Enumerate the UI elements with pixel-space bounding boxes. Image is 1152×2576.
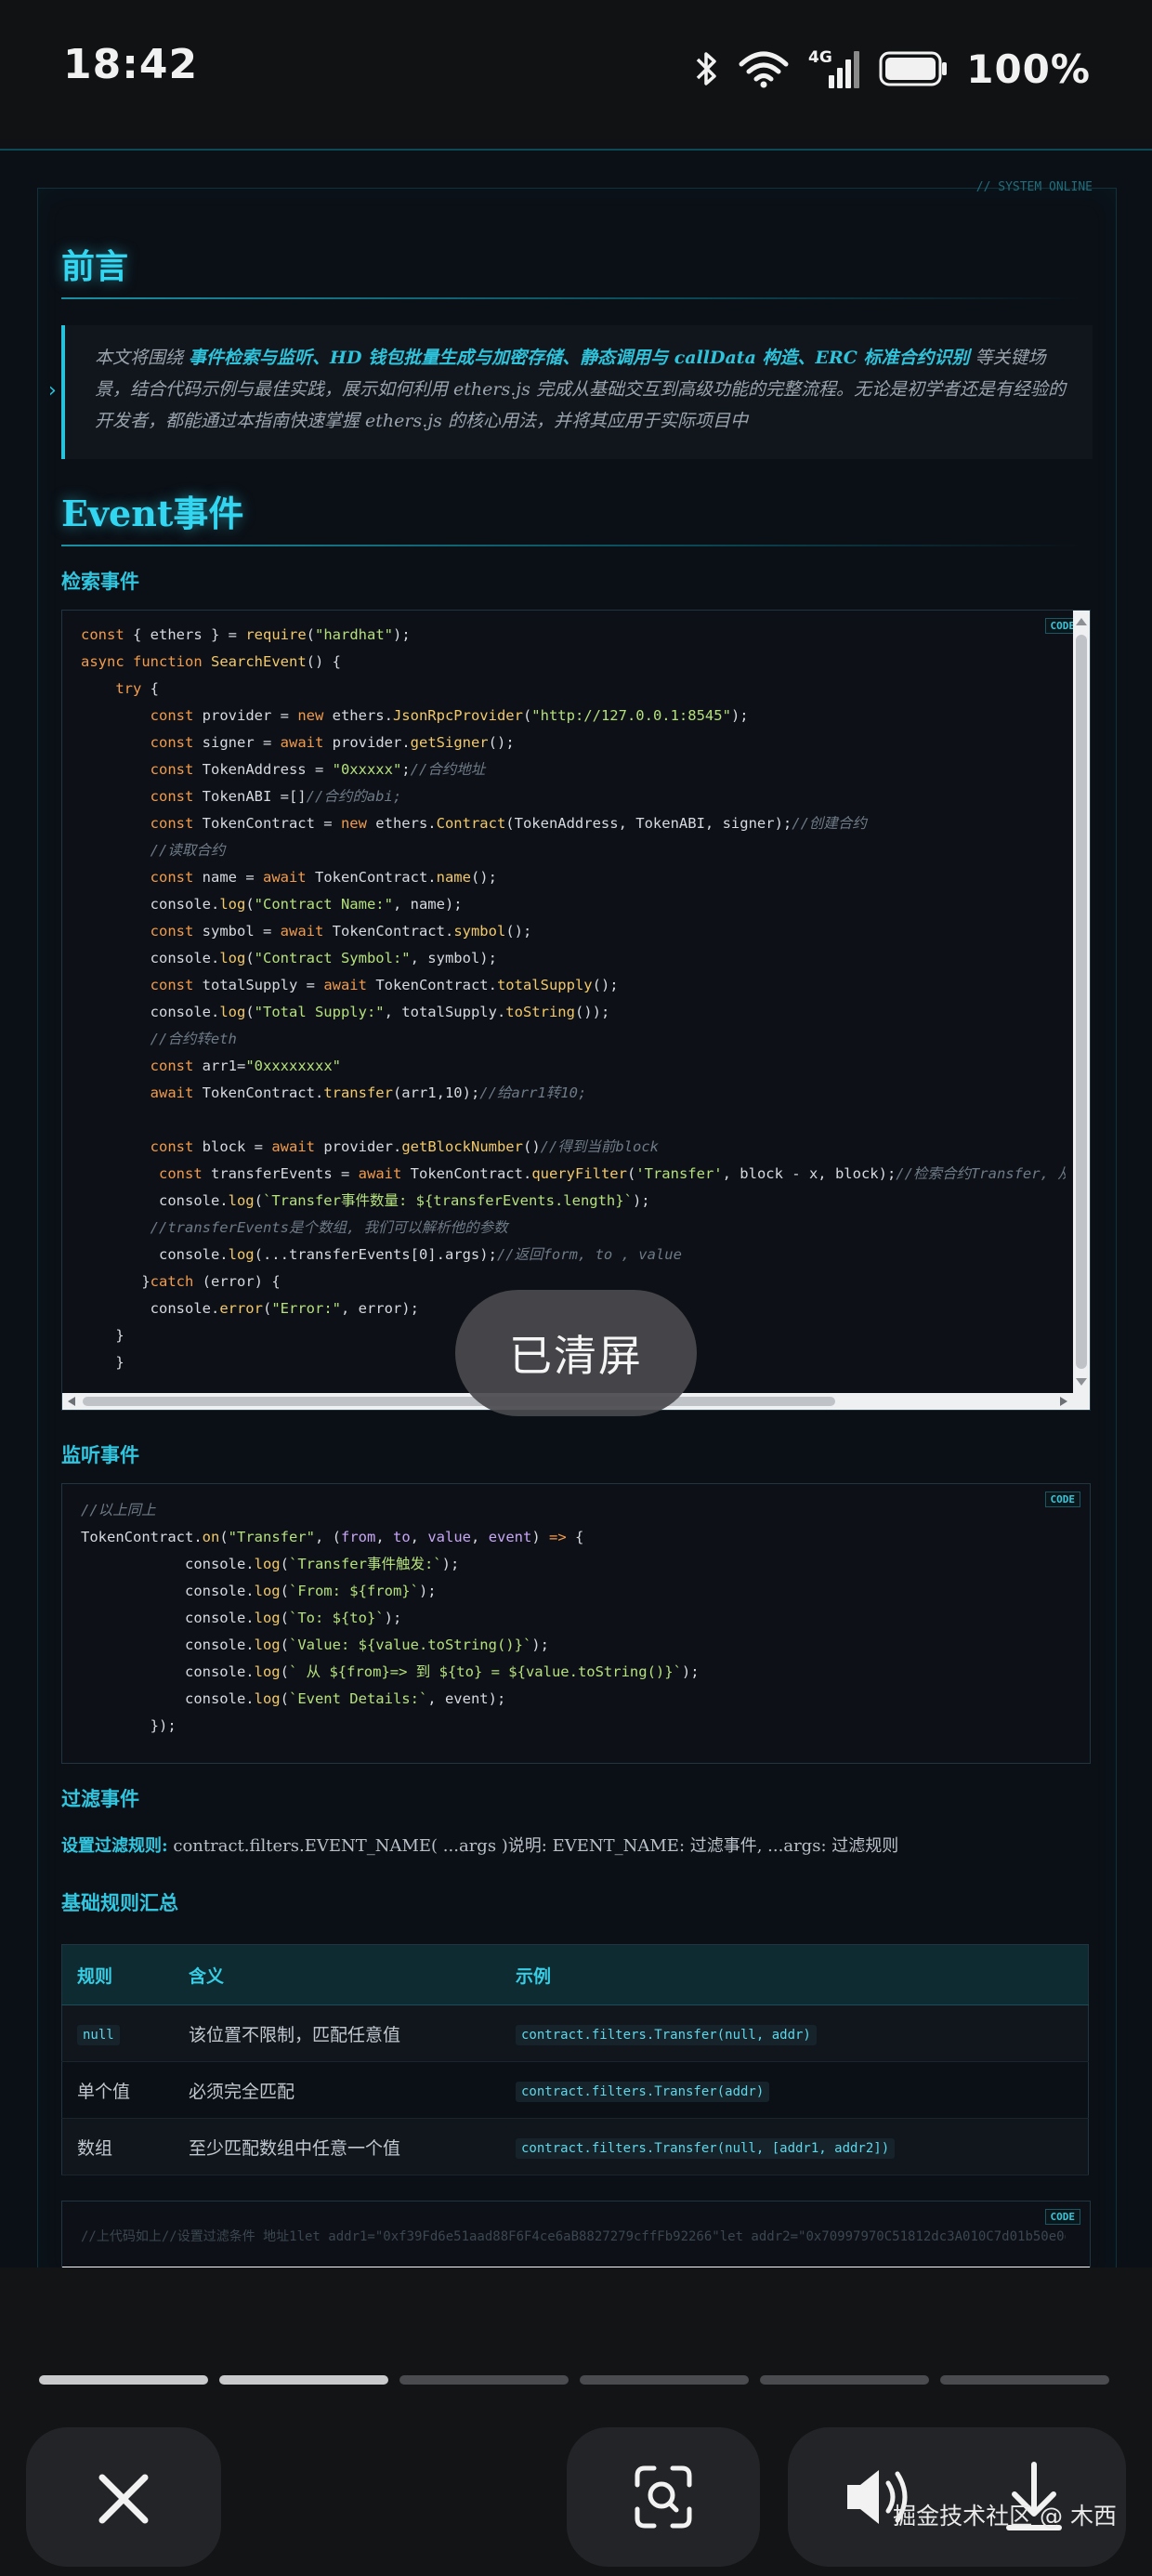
scroll-down-arrow-icon[interactable] (1076, 1378, 1087, 1386)
table-header-cell: 规则 (61, 1944, 174, 2005)
example-cell: contract.filters.Transfer(null, [addr1, … (501, 2118, 1089, 2175)
search-events-heading: 检索事件 (61, 570, 139, 593)
example-code: contract.filters.Transfer(null, [addr1, … (516, 2138, 896, 2159)
progress-segment (760, 2375, 929, 2385)
table-header-row: 规则 含义 示例 (61, 1944, 1089, 2005)
progress-segment (580, 2375, 749, 2385)
rules-table: 规则 含义 示例 null 该位置不限制，匹配任意值 contract.filt… (61, 1944, 1089, 2175)
scan-button[interactable] (567, 2427, 760, 2567)
toast-message: 已清屏 (455, 1290, 697, 1416)
intro-divider (61, 297, 1083, 299)
meaning-cell: 至少匹配数组中任意一个值 (174, 2118, 501, 2175)
intro-text: 本文将围绕 事件检索与监听、HD 钱包批量生成与加密存储、静态调用与 callD… (95, 342, 1070, 437)
cellular-signal-icon: 4G (808, 47, 860, 90)
watermark: 掘金技术社区 @ 木西 (893, 2503, 1117, 2530)
listen-events-heading: 监听事件 (61, 1443, 139, 1466)
code-block-filter[interactable]: CODE //上代码如上//设置过滤条件 地址1let addr1="0xf39… (61, 2201, 1091, 2269)
example-cell: contract.filters.Transfer(addr) (501, 2061, 1089, 2119)
article-page: // SYSTEM ONLINE 前言 › 本文将围绕 事件检索与监听、HD 钱… (0, 149, 1152, 2269)
code-tag: CODE (1044, 2209, 1080, 2225)
status-time: 18:42 (63, 41, 199, 88)
status-bar: 18:42 4G 100% (0, 0, 1152, 139)
volume-icon[interactable] (825, 2427, 927, 2567)
progress-segment (39, 2375, 208, 2385)
code-vertical-scrollbar[interactable] (1073, 611, 1090, 1410)
scan-search-icon (635, 2465, 692, 2529)
chevron-right-icon: › (48, 379, 57, 402)
code-listen: //以上同上 TokenContract.on("Transfer", (fro… (81, 1502, 700, 1734)
system-tag: // SYSTEM ONLINE (975, 180, 1093, 194)
download-icon[interactable] (983, 2427, 1085, 2567)
example-cell: contract.filters.Transfer(null, addr) (501, 2004, 1089, 2062)
code-search: const { ethers } = require("hardhat"); a… (81, 626, 1066, 1371)
media-controls (788, 2427, 1126, 2567)
code-tag: CODE (1044, 1492, 1080, 1507)
rule-cell: 单个值 (61, 2061, 174, 2119)
close-icon (98, 2474, 149, 2524)
code-block-listen[interactable]: CODE //以上同上 TokenContract.on("Transfer",… (61, 1483, 1091, 1764)
progress-segment (219, 2375, 388, 2385)
scroll-left-arrow-icon[interactable] (68, 1397, 75, 1406)
event-divider (61, 545, 1083, 546)
table-row: null 该位置不限制，匹配任意值 contract.filters.Trans… (61, 2004, 1089, 2062)
code-filter-preview: //上代码如上//设置过滤条件 地址1let addr1="0xf39Fd6e5… (81, 2229, 1066, 2244)
network-type: 4G (808, 48, 832, 67)
meaning-cell: 必须完全匹配 (174, 2061, 501, 2119)
example-code: contract.filters.Transfer(addr) (516, 2082, 770, 2102)
progress-segment (399, 2375, 569, 2385)
meaning-cell: 该位置不限制，匹配任意值 (174, 2004, 501, 2062)
rule-cell: null (61, 2004, 174, 2062)
horizontal-scroll-thumb[interactable] (83, 1397, 835, 1406)
screenshot-toolbar: 掘金技术社区 @ 木西 (0, 2267, 1152, 2576)
table-row: 数组 至少匹配数组中任意一个值 contract.filters.Transfe… (61, 2118, 1089, 2175)
rule-cell: 数组 (61, 2118, 174, 2175)
progress-segment (940, 2375, 1109, 2385)
table-header-cell: 含义 (174, 1944, 501, 2005)
table-header-cell: 示例 (501, 1944, 1089, 2005)
rule-code: null (77, 2025, 120, 2045)
scroll-right-arrow-icon[interactable] (1060, 1397, 1067, 1406)
intro-text-part: 本文将围绕 (95, 348, 190, 368)
intro-heading: 前言 (61, 247, 129, 286)
vertical-scroll-thumb[interactable] (1076, 635, 1087, 1369)
example-code: contract.filters.Transfer(null, addr) (516, 2025, 817, 2045)
close-button[interactable] (26, 2427, 221, 2567)
filter-rule-description: contract.filters.EVENT_NAME( ...args )说明… (167, 1836, 899, 1856)
basic-rules-heading: 基础规则汇总 (61, 1891, 178, 1914)
event-heading: Event事件 (61, 493, 244, 534)
wifi-icon (738, 49, 790, 88)
intro-highlight: 事件检索与监听、HD 钱包批量生成与加密存储、静态调用与 callData 构造… (189, 348, 970, 368)
table-row: 单个值 必须完全匹配 contract.filters.Transfer(add… (61, 2061, 1089, 2119)
battery-percent: 100% (966, 46, 1091, 92)
status-icons: 4G 100% (695, 41, 1091, 97)
bluetooth-icon (695, 49, 719, 88)
battery-icon (879, 50, 948, 87)
filter-events-heading: 过滤事件 (61, 1787, 139, 1810)
scroll-up-arrow-icon[interactable] (1076, 618, 1087, 625)
intro-blockquote: › 本文将围绕 事件检索与监听、HD 钱包批量生成与加密存储、静态调用与 cal… (48, 325, 1093, 459)
filter-rule-text: 设置过滤规则: contract.filters.EVENT_NAME( ...… (61, 1833, 898, 1857)
filter-rule-label: 设置过滤规则: (61, 1836, 168, 1856)
